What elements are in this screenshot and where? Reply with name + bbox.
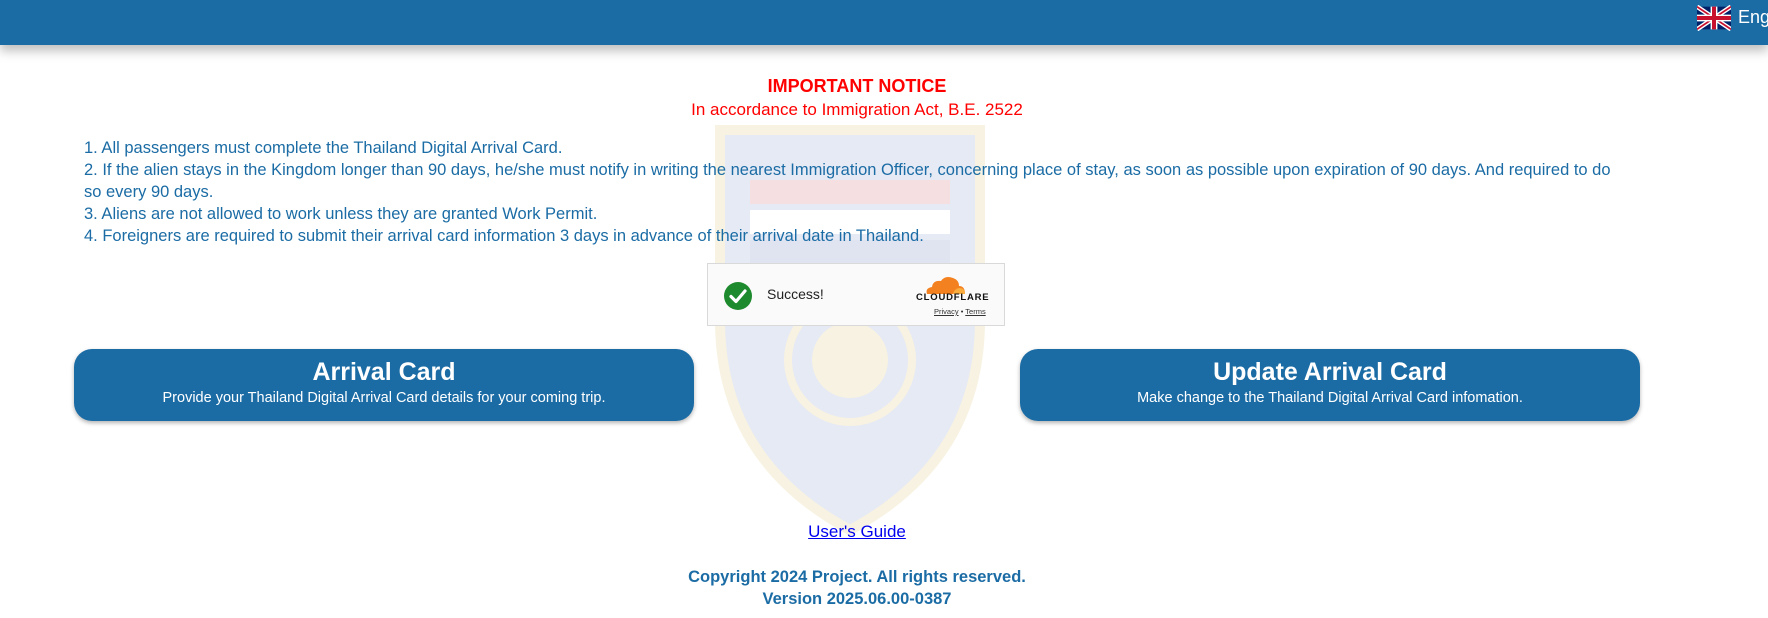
arrival-card-title: Arrival Card	[312, 358, 456, 386]
captcha-status: Success!	[767, 286, 824, 302]
notice-rule: 3. Aliens are not allowed to work unless…	[84, 205, 598, 223]
notice-rules-list: 1. All passengers must complete the Thai…	[84, 137, 1624, 247]
arrival-card-button[interactable]: Arrival Card Provide your Thailand Digit…	[74, 349, 694, 421]
user-guide-link[interactable]: User's Guide	[808, 522, 906, 541]
update-arrival-card-button[interactable]: Update Arrival Card Make change to the T…	[1020, 349, 1640, 421]
language-label: English	[1738, 7, 1768, 27]
link-separator: •	[960, 307, 964, 316]
cloudflare-brand: CLOUDFLARE	[916, 292, 990, 303]
success-check-icon	[724, 282, 752, 310]
cloudflare-links: Privacy • Terms	[934, 307, 986, 316]
notice-rule: 2. If the alien stays in the Kingdom lon…	[84, 161, 1611, 201]
arrival-card-description: Provide your Thailand Digital Arrival Ca…	[162, 390, 606, 406]
update-arrival-card-title: Update Arrival Card	[1213, 358, 1447, 386]
version-text: Version 2025.06.00-0387	[762, 590, 952, 608]
notice-subtitle: In accordance to Immigration Act, B.E. 2…	[691, 100, 1023, 119]
terms-link[interactable]: Terms	[965, 307, 985, 316]
copyright-text: Copyright 2024 Project. All rights reser…	[688, 568, 1026, 586]
language-selector[interactable]: English	[1697, 0, 1768, 35]
notice-rule: 1. All passengers must complete the Thai…	[84, 139, 563, 157]
top-navbar: English	[0, 0, 1768, 45]
update-arrival-card-description: Make change to the Thailand Digital Arri…	[1137, 390, 1523, 406]
cloudflare-turnstile-widget[interactable]: Success! CLOUDFLARE Privacy • Terms	[707, 263, 1005, 326]
notice-rule: 4. Foreigners are required to submit the…	[84, 227, 924, 245]
notice-title: IMPORTANT NOTICE	[767, 76, 947, 96]
privacy-link[interactable]: Privacy	[934, 307, 959, 316]
uk-flag-icon	[1697, 4, 1731, 31]
user-guide-container: User's Guide	[0, 522, 1714, 542]
